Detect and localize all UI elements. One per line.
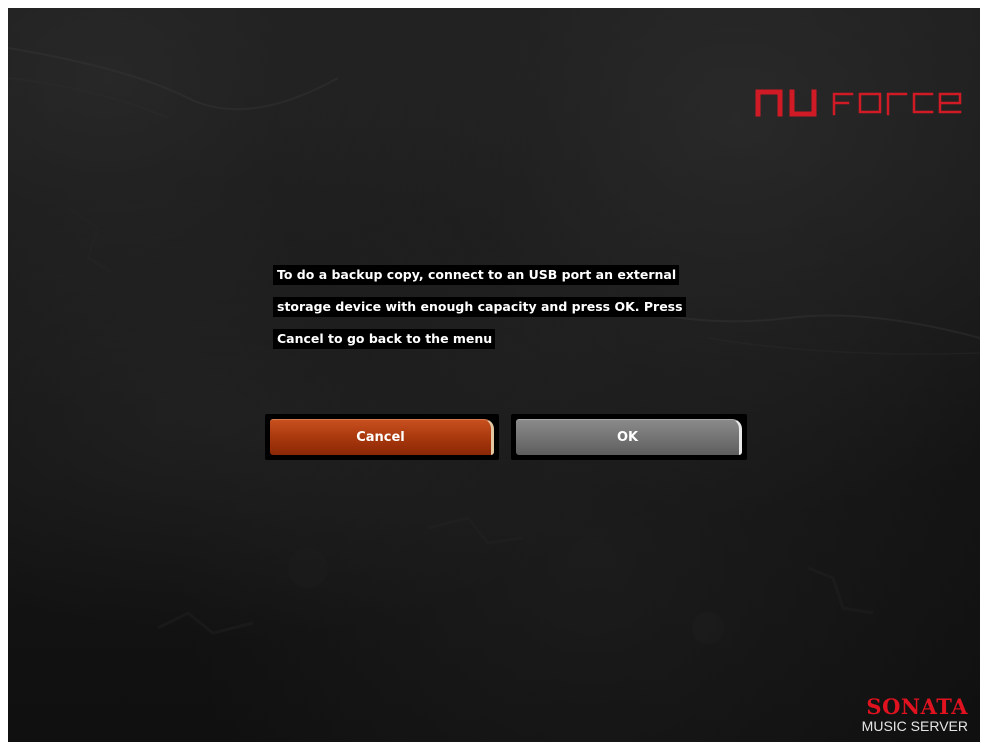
backup-instructions: To do a backup copy, connect to an USB p… [273,264,733,360]
cancel-button[interactable]: Cancel [270,419,494,455]
product-subtitle: MUSIC SERVER [861,718,968,734]
ok-button-frame: OK [511,414,747,460]
message-line: Cancel to go back to the menu [273,329,496,349]
sonata-music-server-logo: SONATA MUSIC SERVER [861,694,968,735]
message-line: storage device with enough capacity and … [273,297,686,317]
nuforce-logo-icon [755,89,962,117]
product-name: SONATA [866,694,968,719]
backup-screen: To do a backup copy, connect to an USB p… [8,8,980,742]
nuforce-logo [754,74,968,122]
message-line: To do a backup copy, connect to an USB p… [273,265,680,285]
cancel-button-frame: Cancel [265,414,499,460]
ok-button[interactable]: OK [516,419,742,455]
